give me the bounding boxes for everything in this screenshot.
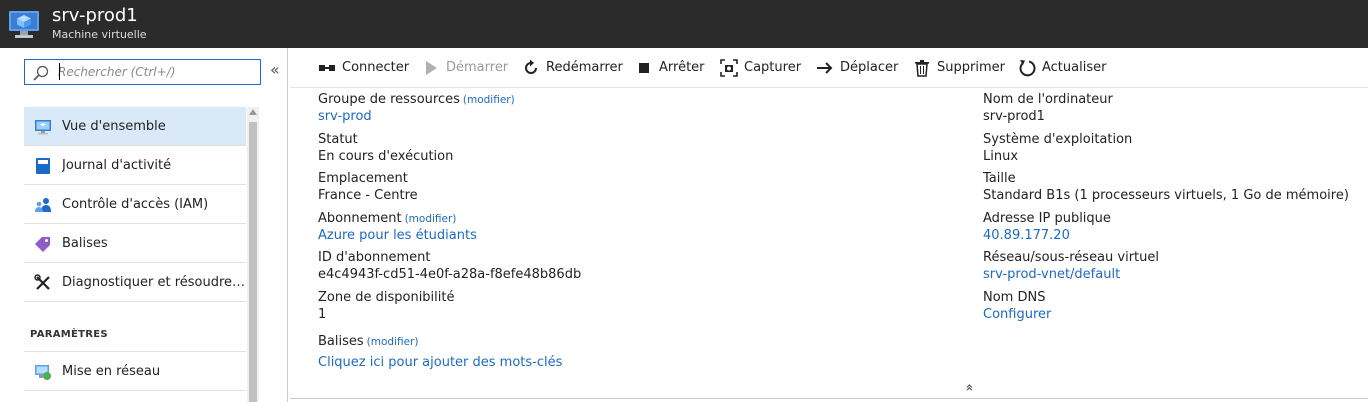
field-label: Zone de disponibilité <box>318 290 455 305</box>
chevron-up-icon: « <box>961 383 977 392</box>
resource-group-link[interactable]: srv-prod <box>318 109 515 124</box>
restart-icon <box>525 59 537 74</box>
arrow-right-icon <box>817 62 833 74</box>
resource-menu: « Vue d'ensemble Journal d'activité <box>0 48 288 402</box>
section-heading-settings: PARAMÈTRES <box>30 329 108 340</box>
play-icon <box>426 61 437 75</box>
command-bar: Connecter Démarrer Redémarrer Arrêter Ca… <box>290 48 1368 88</box>
network-icon <box>35 365 51 380</box>
sidebar-item-overview[interactable]: Vue d'ensemble <box>24 107 246 146</box>
field-label: Emplacement <box>318 171 408 186</box>
search-input[interactable] <box>58 63 254 81</box>
field-label: Taille <box>983 171 1016 186</box>
tag-icon <box>35 237 50 252</box>
modify-resource-group-link[interactable]: (modifier) <box>463 94 515 106</box>
public-ip-link[interactable]: 40.89.177.20 <box>983 228 1111 243</box>
field-label: Balises <box>318 334 364 349</box>
collapse-menu-button[interactable]: « <box>270 60 280 79</box>
field-label: ID d'abonnement <box>318 250 431 265</box>
modify-subscription-link[interactable]: (modifier) <box>405 213 457 225</box>
capture-label: Capturer <box>744 60 802 75</box>
overview-icon <box>35 120 51 135</box>
activity-log-icon <box>36 158 50 174</box>
sidebar-item-label: Mise en réseau <box>62 364 161 379</box>
sidebar-item-label: Diagnostiquer et résoudre les... <box>62 275 246 290</box>
text-cursor <box>59 63 60 80</box>
wrench-icon <box>34 274 50 290</box>
field-size: Taille Standard B1s (1 processeurs virtu… <box>983 171 1349 203</box>
field-resource-group: Groupe de ressources (modifier) srv-prod <box>318 92 515 124</box>
status-value: En cours d'exécution <box>318 149 454 164</box>
connect-icon <box>319 65 335 71</box>
refresh-label: Actualiser <box>1042 60 1107 75</box>
field-availability-zone: Zone de disponibilité 1 <box>318 290 455 322</box>
field-label: Réseau/sous-réseau virtuel <box>983 250 1159 265</box>
computer-name-value: srv-prod1 <box>983 109 1045 124</box>
divider <box>290 398 1368 399</box>
field-subscription-id: ID d'abonnement e4c4943f-cd51-4e0f-a28a-… <box>318 250 581 282</box>
access-control-icon <box>35 198 51 212</box>
stop-label: Arrêter <box>659 60 705 75</box>
page-title: srv-prod1 <box>52 5 138 26</box>
size-value: Standard B1s (1 processeurs virtuels, 1 … <box>983 188 1349 203</box>
move-label: Déplacer <box>840 60 899 75</box>
field-computer-name: Nom de l'ordinateur srv-prod1 <box>983 92 1113 124</box>
collapse-essentials-button[interactable]: « <box>961 380 976 395</box>
modify-tags-link[interactable]: (modifier) <box>367 336 419 348</box>
sidebar-item-tags[interactable]: Balises <box>24 224 246 263</box>
virtual-machine-icon <box>9 11 39 38</box>
field-label: Système d'exploitation <box>983 132 1133 147</box>
sidebar-item-label: Contrôle d'accès (IAM) <box>62 197 209 212</box>
os-value: Linux <box>983 149 1019 164</box>
refresh-icon <box>1019 60 1036 77</box>
field-label: Abonnement <box>318 211 402 226</box>
sidebar-item-label: Journal d'activité <box>62 158 172 173</box>
field-label: Statut <box>318 132 358 147</box>
availability-zone-value: 1 <box>318 307 327 322</box>
start-label: Démarrer <box>446 60 509 75</box>
sidebar-item-label: Balises <box>62 236 108 251</box>
sidebar-item-diagnose[interactable]: Diagnostiquer et résoudre les... <box>24 263 246 302</box>
sidebar-scrollbar[interactable] <box>247 107 259 402</box>
title-bar: srv-prod1 Machine virtuelle <box>0 0 1368 48</box>
capture-icon <box>720 59 738 77</box>
essentials-panel: Groupe de ressources (modifier) srv-prod … <box>290 88 1368 402</box>
field-os: Système d'exploitation Linux <box>983 132 1132 164</box>
field-vnet: Réseau/sous-réseau virtuel srv-prod-vnet… <box>983 250 1159 282</box>
field-label: Groupe de ressources <box>318 92 460 107</box>
subscription-id-value: e4c4943f-cd51-4e0f-a28a-f8efe48b86db <box>318 267 582 282</box>
location-value: France - Centre <box>318 188 418 203</box>
settings-menu-list: Mise en réseau <box>24 351 246 391</box>
field-label: Nom de l'ordinateur <box>983 92 1113 107</box>
sidebar-item-networking[interactable]: Mise en réseau <box>24 352 246 391</box>
field-tags: Balises (modifier) Cliquez ici pour ajout… <box>318 334 562 370</box>
field-label: Adresse IP publique <box>983 211 1111 226</box>
vnet-link[interactable]: srv-prod-vnet/default <box>983 267 1159 282</box>
configure-dns-link[interactable]: Configurer <box>983 307 1051 322</box>
menu-list: Vue d'ensemble Journal d'activité Contrô… <box>24 107 246 302</box>
sidebar-item-label: Vue d'ensemble <box>62 119 166 134</box>
field-dns: Nom DNS Configurer <box>983 290 1051 322</box>
search-icon <box>33 65 49 81</box>
sidebar-item-activity-log[interactable]: Journal d'activité <box>24 146 246 185</box>
stop-icon <box>639 63 649 73</box>
field-status: Statut En cours d'exécution <box>318 132 453 164</box>
field-public-ip: Adresse IP publique 40.89.177.20 <box>983 211 1111 243</box>
sidebar-item-access-control[interactable]: Contrôle d'accès (IAM) <box>24 185 246 224</box>
field-subscription: Abonnement (modifier) Azure pour les étud… <box>318 211 477 243</box>
trash-icon <box>915 60 929 77</box>
restart-label: Redémarrer <box>546 60 623 75</box>
scroll-up-arrow-icon[interactable] <box>249 109 257 115</box>
field-location: Emplacement France - Centre <box>318 171 418 203</box>
delete-label: Supprimer <box>937 60 1005 75</box>
subscription-link[interactable]: Azure pour les étudiants <box>318 228 477 243</box>
add-tags-link[interactable]: Cliquez ici pour ajouter des mots-clés <box>318 355 562 370</box>
scrollbar-thumb[interactable] <box>249 122 257 402</box>
field-label: Nom DNS <box>983 290 1046 305</box>
page-subtitle: Machine virtuelle <box>52 28 147 41</box>
connect-label: Connecter <box>342 60 410 75</box>
